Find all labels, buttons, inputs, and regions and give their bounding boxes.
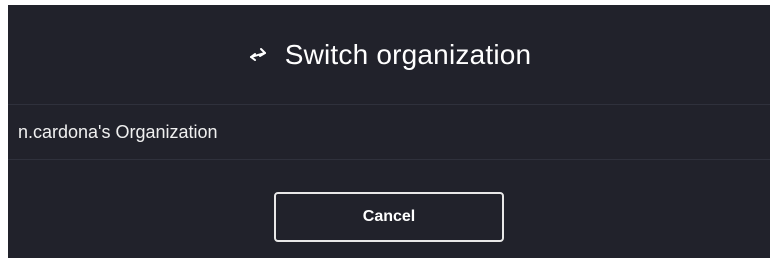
- switch-organization-dialog: Switch organization n.cardona's Organiza…: [8, 5, 770, 258]
- dialog-title: Switch organization: [284, 38, 532, 70]
- dialog-header: Switch organization: [8, 5, 770, 105]
- organization-list: n.cardona's Organization: [8, 105, 770, 160]
- organization-item[interactable]: n.cardona's Organization: [8, 105, 770, 159]
- dialog-footer: Cancel: [8, 192, 770, 242]
- cancel-button[interactable]: Cancel: [274, 192, 504, 242]
- switch-arrows-icon: [247, 44, 269, 66]
